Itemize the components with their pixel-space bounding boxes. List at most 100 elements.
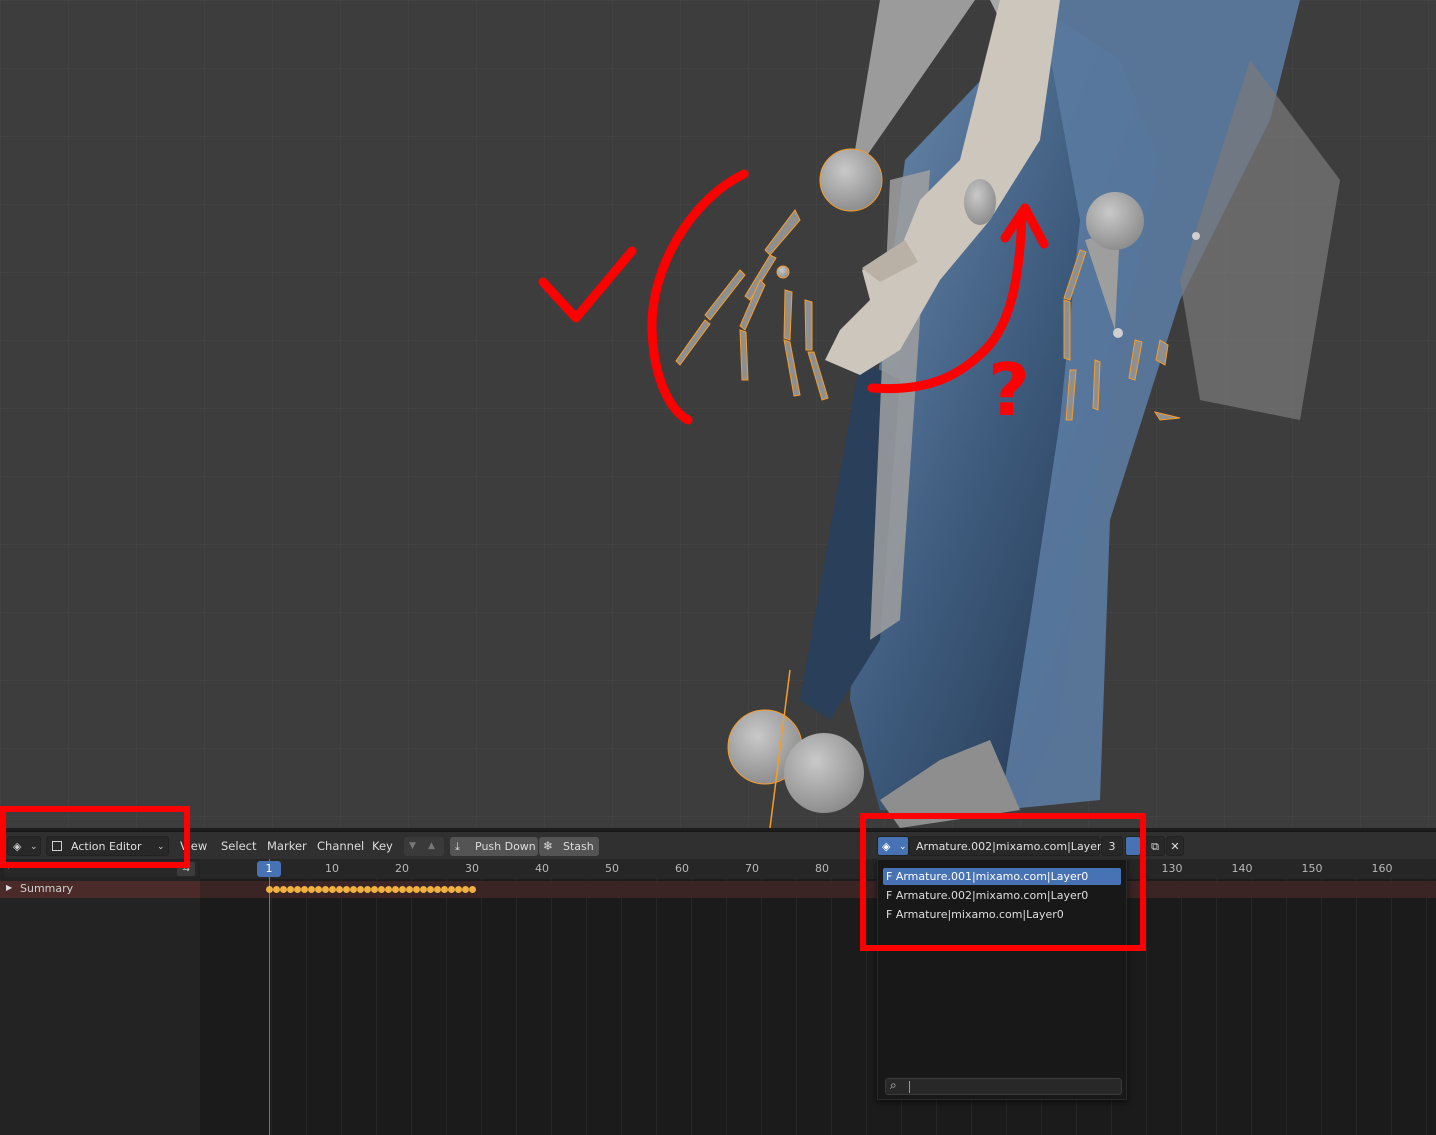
forearm-joint-sphere — [1086, 192, 1144, 250]
keyframe[interactable] — [427, 886, 434, 893]
chevron-down-icon: ⌄ — [899, 842, 907, 852]
editor-type-button[interactable]: ◈ ⌄ — [7, 836, 41, 856]
keyframe[interactable] — [350, 886, 357, 893]
menu-marker[interactable]: Marker — [267, 836, 307, 856]
wrist-joint — [776, 265, 790, 279]
frame-grid-line — [516, 879, 517, 1135]
frame-grid-line — [831, 879, 832, 1135]
action-item[interactable]: F Armature|mixamo.com|Layer0 — [883, 906, 1121, 923]
current-frame-indicator[interactable]: 1 — [257, 861, 281, 877]
mode-select[interactable]: Action Editor ⌄ — [46, 836, 169, 856]
keyframe[interactable] — [364, 886, 371, 893]
keyframe[interactable] — [336, 886, 343, 893]
frame-grid-line — [726, 879, 727, 1135]
frame-grid-line — [1356, 879, 1357, 1135]
frame-grid-line — [586, 879, 587, 1135]
keyframe[interactable] — [329, 886, 336, 893]
channel-search-input[interactable]: ⌕ ⇆ — [4, 859, 198, 877]
summary-channel[interactable]: ▶ Summary — [0, 881, 200, 898]
search-icon: ⌕ — [890, 1078, 897, 1092]
keyframe[interactable] — [315, 886, 322, 893]
keyframe[interactable] — [455, 886, 462, 893]
menu-select[interactable]: Select — [221, 836, 256, 856]
keyframe[interactable] — [280, 886, 287, 893]
keyframe[interactable] — [448, 886, 455, 893]
keyframe[interactable] — [399, 886, 406, 893]
keyframe[interactable] — [406, 886, 413, 893]
keyframe[interactable] — [462, 886, 469, 893]
keyframe[interactable] — [420, 886, 427, 893]
keyframe[interactable] — [343, 886, 350, 893]
layer-arrows[interactable]: ▼ ▲ — [404, 837, 444, 856]
small-joint — [1192, 232, 1200, 240]
action-item[interactable]: F Armature.002|mixamo.com|Layer0 — [883, 887, 1121, 904]
frame-grid-line — [1181, 879, 1182, 1135]
push-down-label: Push Down — [475, 840, 536, 853]
search-icon: ⌕ — [8, 859, 15, 872]
action-dropdown[interactable]: F Armature.001|mixamo.com|Layer0 F Armat… — [877, 859, 1127, 1100]
frame-tick-label: 130 — [1161, 862, 1183, 875]
filter-toggle-icon[interactable]: ⇆ — [177, 862, 195, 876]
frame-tick-label: 140 — [1231, 862, 1253, 875]
chevron-down-icon: ⌄ — [157, 842, 165, 852]
duplicate-icon[interactable]: ⧉ — [1145, 836, 1165, 856]
frame-tick-label: 30 — [465, 862, 479, 875]
triangle-up-icon: ▲ — [428, 841, 435, 851]
keyframe[interactable] — [392, 886, 399, 893]
action-browse-button[interactable]: ◈ ⌄ — [877, 836, 909, 856]
dopesheet-timeline[interactable]: 10 20 30 40 50 60 70 80 130 140 150 160 1 — [200, 859, 1436, 1135]
action-search-input[interactable]: ⌕ — [885, 1078, 1122, 1095]
snowflake-icon: ❄ — [543, 839, 554, 853]
frame-tick-label: 80 — [815, 862, 829, 875]
keyframe[interactable] — [301, 886, 308, 893]
frame-grid-line — [376, 879, 377, 1135]
push-down-button[interactable]: ⤓ Push Down — [450, 837, 538, 856]
fake-user-shield-icon[interactable] — [1125, 836, 1141, 856]
keyframe[interactable] — [371, 886, 378, 893]
mode-label: Action Editor — [71, 840, 142, 853]
frame-grid-line — [1321, 879, 1322, 1135]
frame-tick-label: 70 — [745, 862, 759, 875]
menu-view[interactable]: View — [180, 836, 207, 856]
frame-grid-line — [1391, 879, 1392, 1135]
frame-tick-label: 20 — [395, 862, 409, 875]
question-mark-annotation: ? — [988, 348, 1030, 432]
keyframe[interactable] — [385, 886, 392, 893]
keyframe[interactable] — [308, 886, 315, 893]
viewport-canvas[interactable]: ? — [0, 0, 1436, 828]
playhead[interactable] — [269, 859, 270, 1135]
frame-grid-line — [691, 879, 692, 1135]
keyframe[interactable] — [357, 886, 364, 893]
frame-ruler[interactable]: 10 20 30 40 50 60 70 80 130 140 150 160 — [200, 859, 1436, 879]
keyframe[interactable] — [266, 886, 273, 893]
expand-triangle-icon[interactable]: ▶ — [6, 883, 12, 892]
keyframe[interactable] — [469, 886, 476, 893]
user-count-button[interactable]: 3 — [1101, 836, 1123, 856]
keyframe[interactable] — [322, 886, 329, 893]
dopesheet-header: ◈ ⌄ Action Editor ⌄ View Select Marker C… — [0, 831, 1436, 859]
close-icon[interactable]: ✕ — [1166, 836, 1184, 856]
keyframe[interactable] — [273, 886, 280, 893]
push-down-icon: ⤓ — [455, 840, 460, 853]
menu-key[interactable]: Key — [372, 836, 393, 856]
stash-button[interactable]: ❄ Stash — [539, 837, 599, 856]
keyframe[interactable] — [287, 886, 294, 893]
keyframe[interactable] — [413, 886, 420, 893]
channel-list[interactable]: ⌕ ⇆ — [0, 859, 200, 1135]
action-name-field[interactable]: Armature.002|mixamo.com|Layer0 — [909, 836, 1108, 856]
elbow-joint — [1113, 328, 1123, 338]
keyframe[interactable] — [294, 886, 301, 893]
3d-viewport[interactable]: ? — [0, 0, 1436, 828]
hand-joint-sphere — [964, 179, 996, 225]
chevron-down-icon: ⌄ — [30, 842, 38, 852]
frame-grid-line — [1426, 879, 1427, 1135]
frame-grid-line — [621, 879, 622, 1135]
menu-channel[interactable]: Channel — [317, 836, 364, 856]
keyframe[interactable] — [378, 886, 385, 893]
triangle-down-icon: ▼ — [409, 841, 416, 851]
action-item[interactable]: F Armature.001|mixamo.com|Layer0 — [883, 868, 1121, 885]
frame-grid-line — [481, 879, 482, 1135]
frame-grid-line — [341, 879, 342, 1135]
keyframe[interactable] — [434, 886, 441, 893]
keyframe[interactable] — [441, 886, 448, 893]
